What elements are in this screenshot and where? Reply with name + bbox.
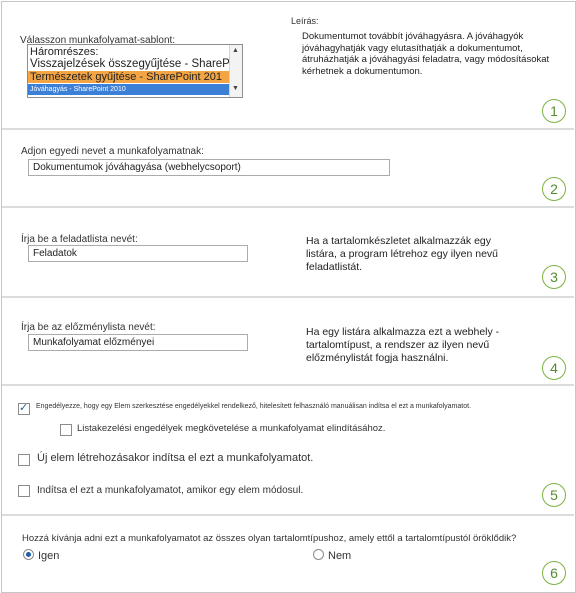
no-label: Nem [328,550,352,562]
step-4-circle: 4 [542,356,566,380]
template-listbox[interactable]: Háromrészes: Visszajelzések összegyűjtés… [27,44,243,98]
divider [2,514,574,516]
manual-start-label: Engedélyezze, hogy egy Elem szerkesztése… [36,403,472,410]
step-2-circle: 2 [542,177,566,201]
divider [2,296,574,298]
listbox-scrollbar[interactable]: ▲ ▼ [229,45,242,97]
scroll-up-icon[interactable]: ▲ [232,47,239,54]
content-types-question: Hozzá kívánja adni ezt a munkafolyamatot… [22,533,517,544]
task-list-label: Írja be a feladatlista nevét: [21,234,138,245]
history-list-label: Írja be az előzménylista nevét: [21,322,156,333]
template-option[interactable]: Természetek gyűjtése - SharePoint 201 [28,71,230,83]
workflow-name-label: Adjon egyedi nevet a munkafolyamatnak: [21,146,204,157]
template-option[interactable]: Visszajelzések összegyűjtése - SharePoin… [30,58,242,70]
step-3-circle: 3 [542,265,566,289]
on-change-label: Indítsa el ezt a munkafolyamatot, amikor… [37,485,304,496]
description-label: Leírás: [291,16,319,26]
task-list-input[interactable]: Feladatok [28,245,248,262]
divider [2,206,574,208]
task-list-description: Ha a tartalomkészletet alkalmazzák egy l… [306,235,499,273]
require-manage-label: Listakezelési engedélyek megkövetelése a… [77,423,386,434]
on-create-checkbox[interactable] [18,454,30,466]
template-option[interactable]: Háromrészes: [30,46,98,58]
no-radio[interactable] [313,549,324,560]
manual-start-checkbox[interactable] [18,401,30,415]
yes-radio[interactable] [23,549,34,560]
on-change-checkbox[interactable] [18,485,30,497]
require-manage-checkbox[interactable] [60,424,72,436]
workflow-name-input[interactable]: Dokumentumok jóváhagyása (webhelycsoport… [28,159,390,176]
divider [2,384,574,386]
history-list-description: Ha egy listára alkalmazza ezt a webhely … [306,326,500,364]
on-create-label: Új elem létrehozásakor indítsa el ezt a … [37,452,314,464]
history-list-input[interactable]: Munkafolyamat előzményei [28,334,248,351]
divider [2,128,574,130]
template-option-selected[interactable]: Jóváhagyás - SharePoint 2010 [28,84,230,95]
template-description: Dokumentumot továbbít jóváhagyásra. A jó… [302,31,550,77]
step-6-circle: 6 [542,561,566,585]
scroll-down-icon[interactable]: ▼ [232,85,239,92]
step-1-circle: 1 [542,99,566,123]
step-5-circle: 5 [542,483,566,507]
yes-label: Igen [38,550,60,562]
